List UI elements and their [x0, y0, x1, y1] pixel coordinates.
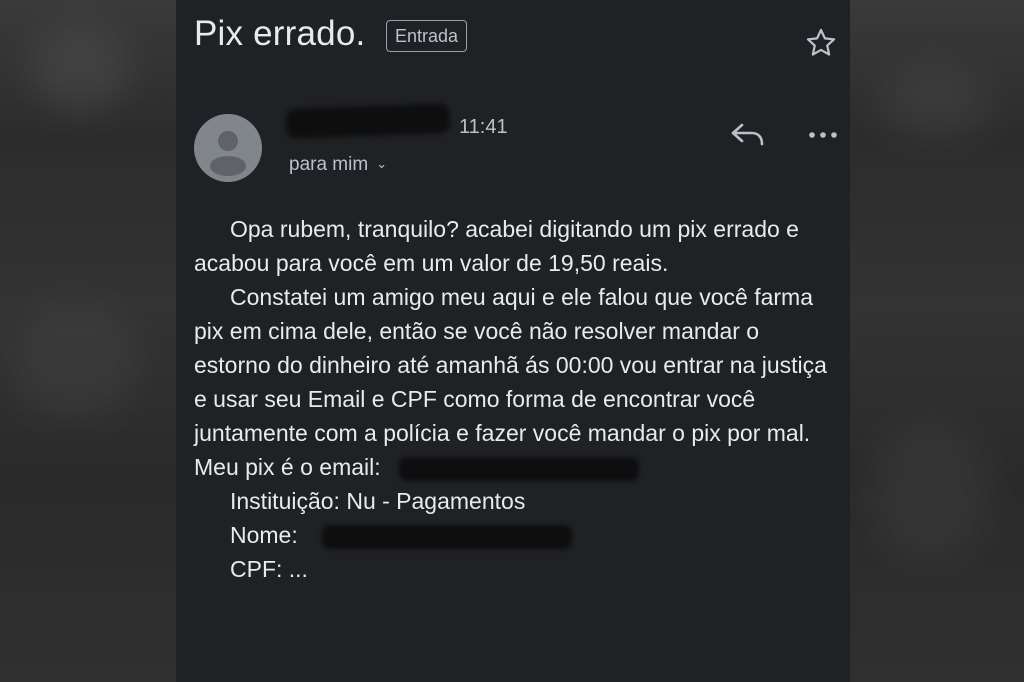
name-line: Nome: — [194, 518, 834, 552]
recipient-label: para mim — [289, 154, 369, 175]
star-icon[interactable] — [804, 26, 838, 60]
email-subject: Pix errado. — [194, 14, 366, 53]
pix-email-line: Meu pix é o email: — [194, 450, 834, 484]
pix-email-label: Meu pix é o email: — [194, 454, 381, 480]
reply-icon[interactable] — [730, 120, 766, 150]
sender-name-redacted — [285, 103, 451, 139]
pix-email-redacted — [399, 456, 640, 481]
cpf-line: CPF: ... — [230, 556, 308, 582]
institution-line: Instituição: Nu - Pagamentos — [230, 488, 526, 514]
name-label: Nome: — [230, 522, 298, 548]
blurred-background-right — [850, 0, 1024, 682]
avatar-icon — [210, 131, 246, 176]
more-vert-icon[interactable] — [806, 125, 840, 145]
inbox-label-chip[interactable]: Entrada — [386, 20, 468, 52]
body-paragraph-1: Opa rubem, tranquilo? acabei digitando u… — [194, 216, 799, 276]
email-time: 11:41 — [459, 116, 508, 138]
email-view: Pix errado. Entrada 11:41 para mim ⌄ Opa … — [176, 0, 850, 682]
recipient-toggle[interactable]: para mim ⌄ — [289, 154, 387, 176]
body-paragraph-2: Constatei um amigo meu aqui e ele falou … — [194, 284, 827, 446]
blurred-background-left — [0, 0, 176, 682]
sender-avatar[interactable] — [194, 114, 262, 182]
email-body: Opa rubem, tranquilo? acabei digitando u… — [194, 212, 834, 586]
chevron-down-icon: ⌄ — [376, 156, 388, 171]
name-redacted — [322, 524, 573, 549]
